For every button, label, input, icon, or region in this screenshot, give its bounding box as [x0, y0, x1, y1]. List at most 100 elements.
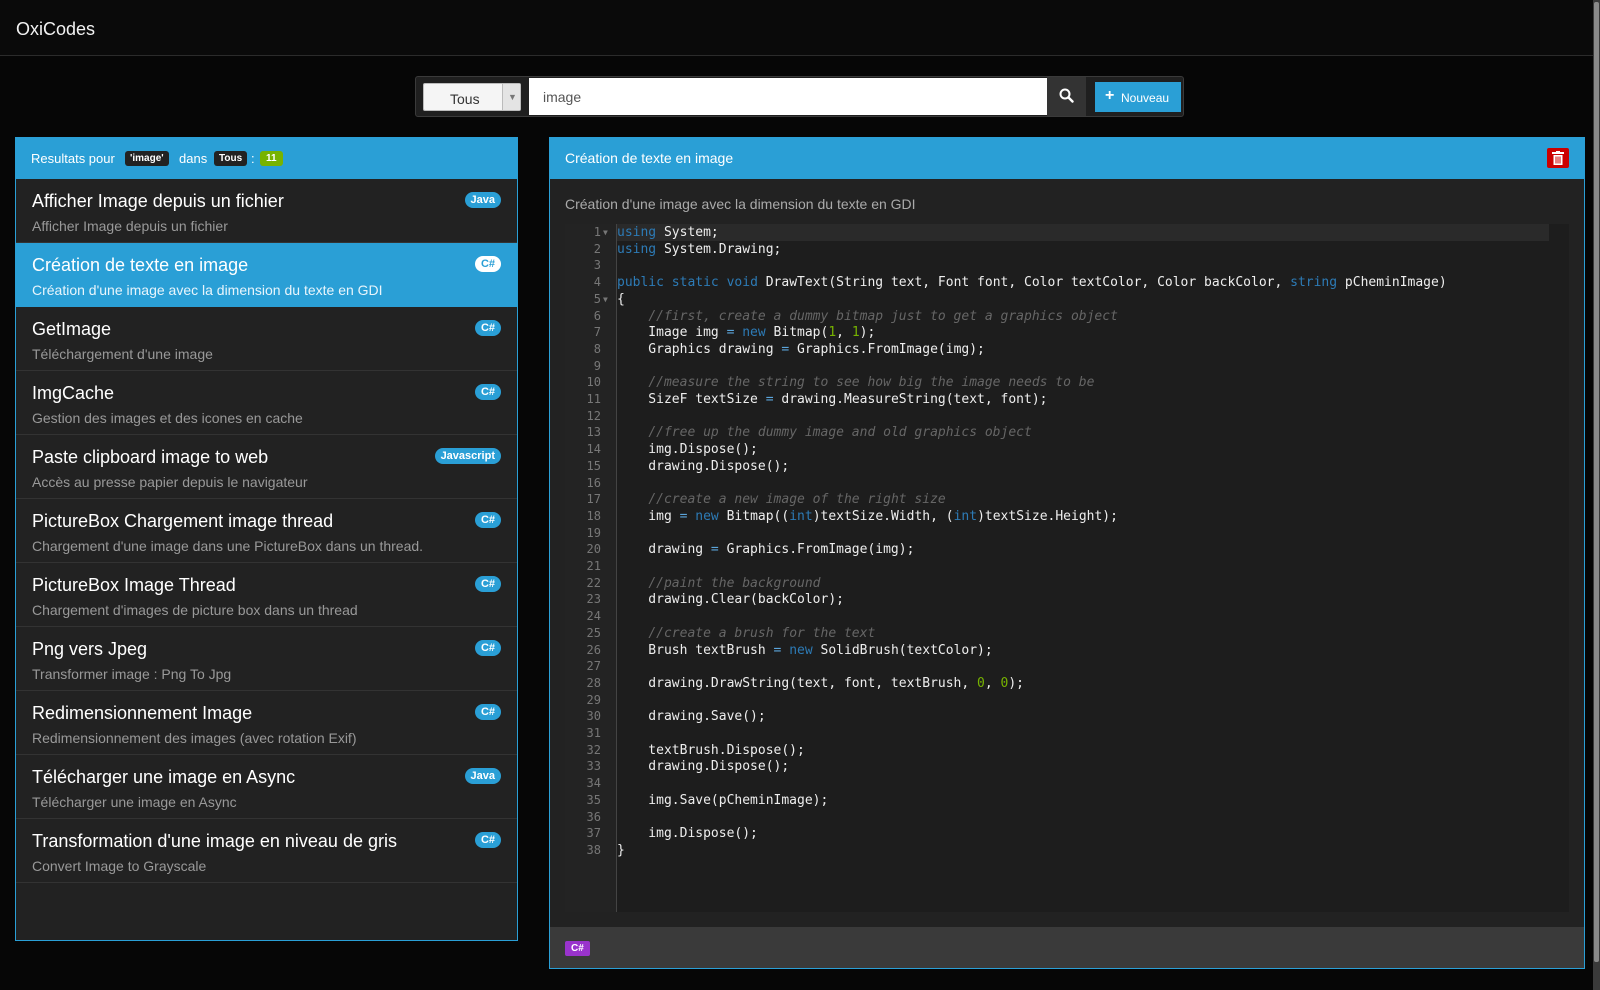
result-description: Afficher Image depuis un fichier	[32, 218, 228, 234]
scrollbar-thumb[interactable]	[1594, 2, 1599, 962]
line-number: 10	[586, 375, 601, 390]
chevron-down-icon[interactable]: ▼	[502, 84, 520, 110]
code-editor[interactable]: 1 ▼ 2 3 4 5 ▼ 6 7 8 9 10 11 12 13 14 15 16 17 18 19 20 21 22 23 2…	[565, 224, 1569, 912]
fold-toggle-icon[interactable]: ▼	[603, 291, 608, 308]
result-description: Convert Image to Grayscale	[32, 858, 207, 874]
result-item[interactable]: Paste clipboard image to web Accès au pre…	[16, 435, 517, 499]
result-description: Téléchargement d'une image	[32, 346, 213, 362]
result-description: Création d'une image avec la dimension d…	[32, 282, 383, 298]
result-description: Télécharger une image en Async	[32, 794, 237, 810]
result-item[interactable]: GetImage Téléchargement d'une image C#	[16, 307, 517, 371]
code-line: using System.Drawing;	[617, 241, 782, 257]
line-number: 27	[586, 659, 601, 674]
result-item[interactable]: Télécharger une image en Async Télécharge…	[16, 755, 517, 819]
result-item[interactable]: ImgCache Gestion des images et des icones…	[16, 371, 517, 435]
code-line: Image img = new Bitmap(1, 1);	[617, 325, 876, 341]
results-list: Afficher Image depuis un fichier Afficher…	[16, 179, 517, 883]
line-number: 1	[593, 225, 601, 239]
line-number: 16	[586, 475, 601, 490]
line-number: 3	[593, 258, 601, 273]
delete-button[interactable]	[1547, 148, 1569, 168]
results-prefix: Resultats pour	[31, 151, 115, 166]
code-line: textBrush.Dispose();	[617, 742, 805, 758]
snippet-detail-panel: Création de texte en image Création d'un…	[549, 137, 1585, 969]
language-badge: Java	[464, 192, 501, 208]
code-line: SizeF textSize = drawing.MeasureString(t…	[617, 392, 1048, 407]
navbar: OxiCodes	[0, 0, 1600, 56]
code-line: drawing.Save();	[617, 709, 766, 725]
language-badge: Javascript	[434, 448, 501, 464]
search-button[interactable]	[1047, 77, 1086, 116]
line-number: 11	[586, 392, 601, 406]
line-number: 34	[586, 776, 601, 791]
line-number: 18	[586, 508, 601, 523]
plus-icon: +	[1105, 87, 1115, 104]
result-title: Redimensionnement Image	[32, 703, 253, 723]
result-item[interactable]: Création de texte en image Création d'une…	[16, 243, 517, 307]
results-colon: :	[251, 151, 255, 166]
line-number: 24	[586, 609, 601, 624]
code-line: drawing = Graphics.FromImage(img);	[617, 542, 915, 558]
result-item[interactable]: Afficher Image depuis un fichier Afficher…	[16, 179, 517, 243]
results-panel: Resultats pour 'image' dans Tous : 11 Af…	[15, 137, 518, 941]
result-item[interactable]: Transformation d'une image en niveau de …	[16, 819, 517, 883]
code-area[interactable]: using System; using System.Drawing; public…	[617, 224, 1569, 912]
result-title: GetImage	[32, 319, 112, 339]
code-line: //create a brush for the text	[648, 625, 876, 641]
code-line: img.Dispose();	[617, 826, 758, 842]
line-number: 31	[586, 726, 601, 740]
language-filter-value: Tous	[450, 91, 480, 107]
code-line: drawing.DrawString(text, font, textBrush…	[617, 675, 1024, 691]
language-badge: C#	[474, 640, 501, 656]
language-filter-select[interactable]: Tous ▼	[423, 83, 521, 111]
code-line: drawing.Dispose();	[617, 458, 790, 474]
result-description: Redimensionnement des images (avec rotat…	[32, 730, 357, 746]
line-number: 26	[586, 642, 601, 657]
code-line: img.Save(pCheminImage);	[617, 792, 829, 808]
search-input[interactable]	[529, 78, 1047, 115]
language-badge: C#	[474, 256, 501, 272]
code-line: {	[617, 291, 625, 307]
query-chip: 'image'	[125, 151, 169, 166]
language-badge: C#	[474, 320, 501, 336]
result-item[interactable]: PictureBox Image Thread Chargement d'imag…	[16, 563, 517, 627]
line-number: 9	[593, 358, 601, 373]
line-number: 37	[586, 826, 601, 841]
code-line: public static void DrawText(String text,…	[617, 275, 1447, 291]
result-title: Afficher Image depuis un fichier	[32, 191, 284, 211]
line-number: 38	[586, 842, 601, 857]
language-badge: C#	[474, 512, 501, 528]
result-title: Paste clipboard image to web	[32, 447, 269, 467]
page-scrollbar[interactable]	[1593, 0, 1600, 990]
result-description: Transformer image : Png To Jpg	[32, 666, 232, 682]
line-number: 35	[586, 792, 601, 807]
line-number: 13	[586, 425, 601, 440]
code-line: img = new Bitmap((int)textSize.Width, (i…	[617, 508, 1118, 524]
language-tag: C#	[565, 941, 590, 956]
fold-toggle-icon[interactable]: ▼	[603, 224, 608, 241]
results-in-word: dans	[179, 151, 208, 166]
new-snippet-button[interactable]: + Nouveau	[1095, 82, 1181, 112]
brand-logo[interactable]: OxiCodes	[16, 19, 95, 40]
result-item[interactable]: Png vers Jpeg Transformer image : Png To …	[16, 627, 517, 691]
line-number: 23	[586, 592, 601, 607]
result-item[interactable]: Redimensionnement Image Redimensionnement…	[16, 691, 517, 755]
result-title: Png vers Jpeg	[32, 639, 148, 659]
language-badge: C#	[474, 832, 501, 848]
result-item[interactable]: PictureBox Chargement image thread Charge…	[16, 499, 517, 563]
line-number: 33	[586, 759, 601, 774]
line-number: 19	[586, 525, 601, 540]
result-description: Chargement d'images de picture box dans …	[32, 602, 358, 618]
result-title: Transformation d'une image en niveau de …	[32, 831, 397, 851]
search-bar: Tous ▼ + Nouveau	[415, 76, 1184, 117]
line-number: 32	[586, 742, 601, 757]
result-description: Accès au presse papier depuis le navigat…	[32, 474, 308, 490]
result-title: Télécharger une image en Async	[32, 767, 296, 787]
detail-footer: C#	[550, 927, 1584, 968]
scope-chip: Tous	[214, 151, 248, 166]
code-line: //first, create a dummy bitmap just to g…	[648, 308, 1118, 324]
result-title: PictureBox Chargement image thread	[32, 511, 334, 531]
search-icon	[1059, 88, 1074, 103]
line-number: 17	[586, 492, 601, 507]
line-number: 29	[586, 692, 601, 707]
